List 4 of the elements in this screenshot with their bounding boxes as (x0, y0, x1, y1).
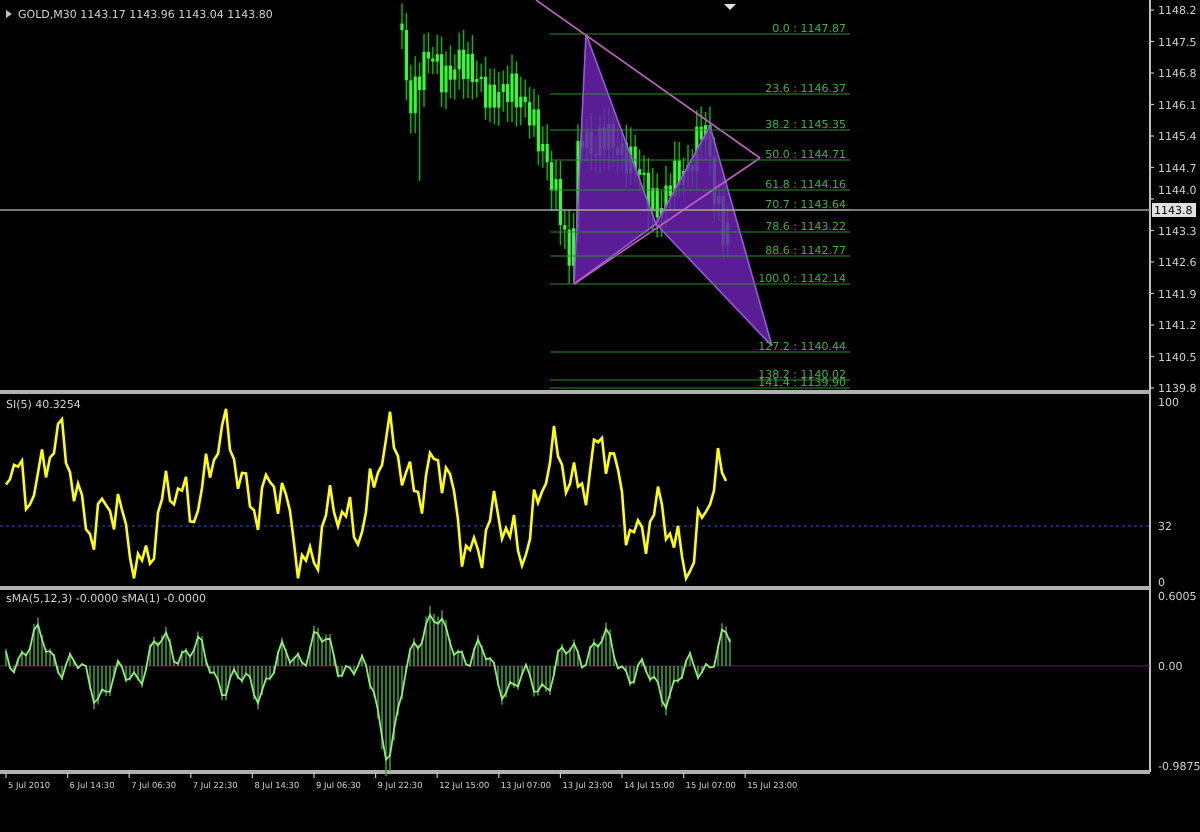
trend-line[interactable] (573, 157, 761, 285)
arrow-icon (6, 10, 12, 18)
trend-line[interactable] (535, 0, 761, 159)
marker-icon (724, 4, 736, 10)
